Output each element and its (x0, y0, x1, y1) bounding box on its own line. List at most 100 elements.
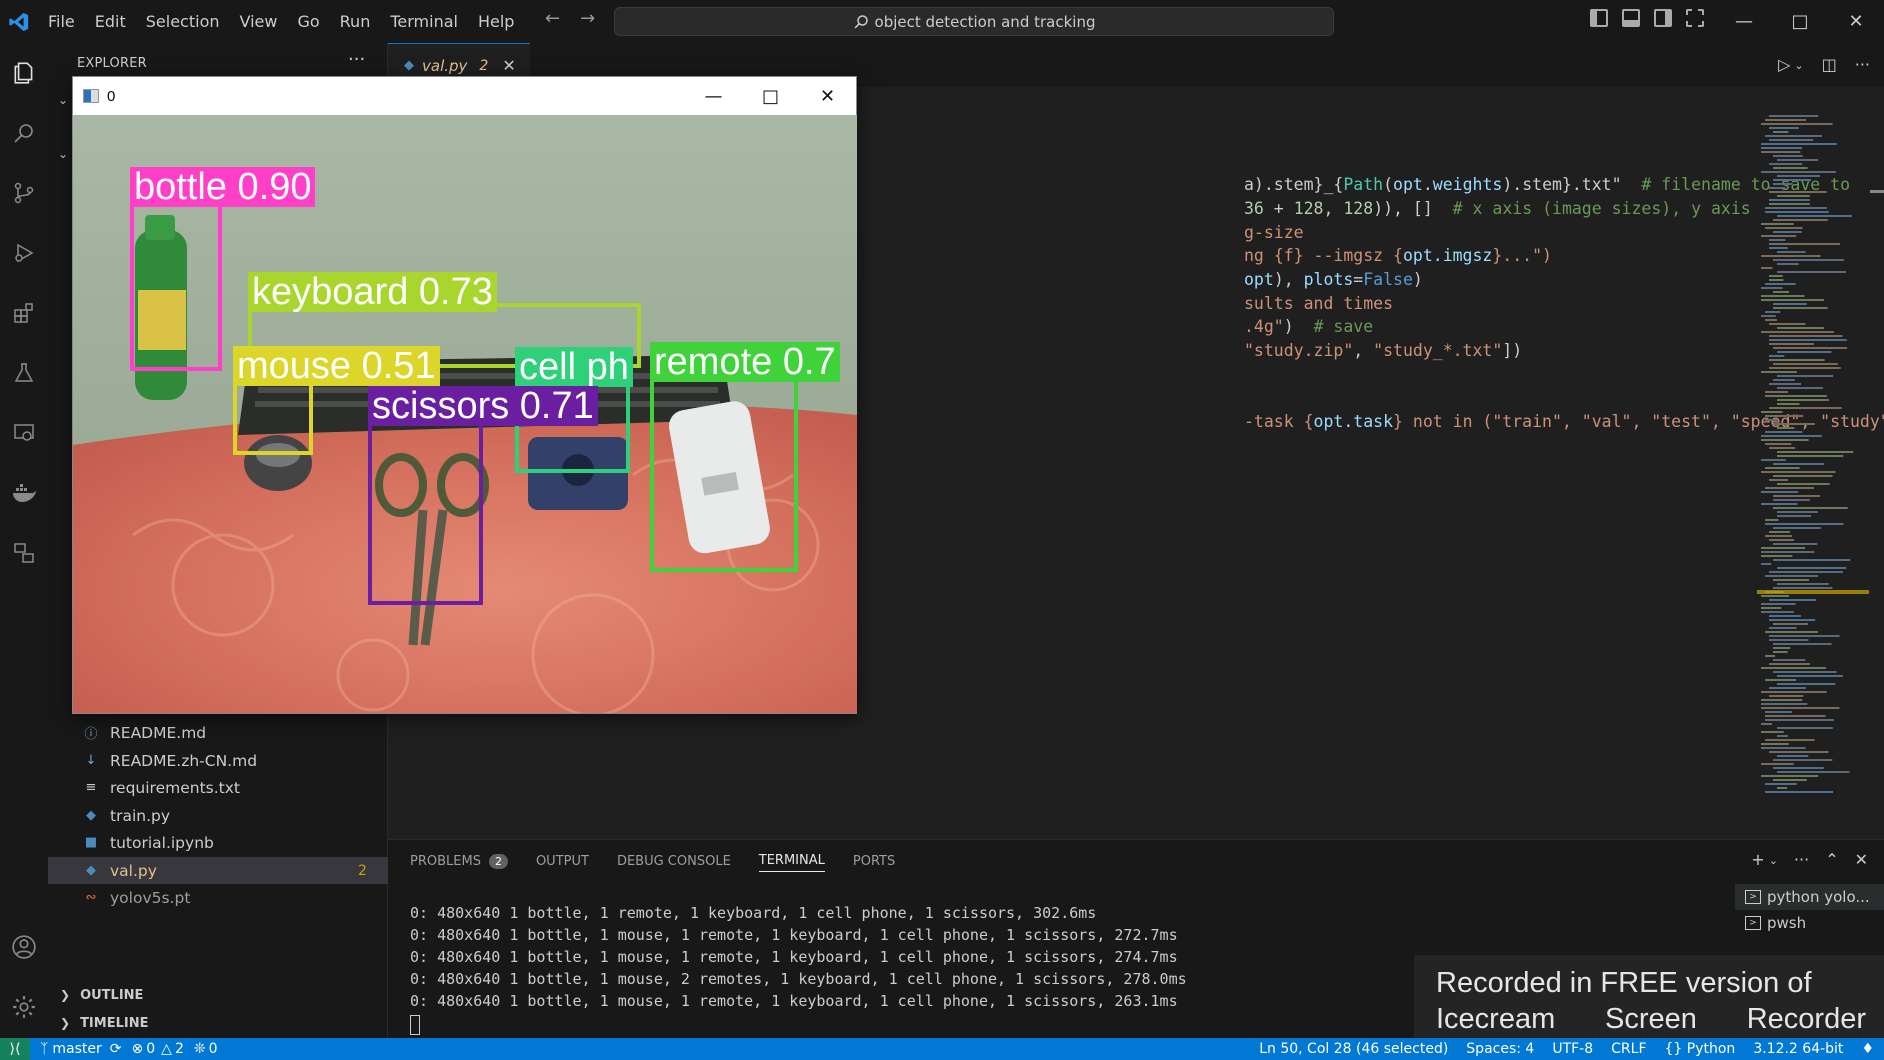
chevron-down-icon[interactable]: ⌄ (1794, 59, 1803, 74)
more-actions-icon[interactable]: ··· (348, 49, 365, 70)
menu-file[interactable]: File (38, 7, 85, 37)
cursor-position[interactable]: Ln 50, Col 28 (46 selected) (1259, 1041, 1448, 1057)
chevron-down-icon[interactable]: ⌄ (58, 147, 68, 161)
menu-view[interactable]: View (230, 7, 288, 37)
command-center-search[interactable]: object detection and tracking (614, 7, 1334, 36)
camera-preview-window[interactable]: 0 — □ ✕ bottle 0.90 keyboard 0.73 mouse … (72, 76, 857, 714)
python-icon: ◆ (86, 863, 96, 878)
code-line: sults and times (1244, 294, 1393, 313)
line-ending[interactable]: CRLF (1611, 1041, 1646, 1057)
split-editor-icon[interactable]: ◫ (1822, 55, 1837, 74)
search-icon[interactable] (8, 117, 40, 149)
minimize-icon[interactable]: — (1716, 0, 1772, 43)
timeline-section[interactable]: ❯ TIMELINE (48, 1010, 388, 1036)
menu-run[interactable]: Run (330, 7, 381, 37)
source-control-icon[interactable] (8, 177, 40, 209)
docker-icon[interactable] (8, 477, 40, 509)
explorer-icon[interactable] (8, 57, 40, 89)
menu-help[interactable]: Help (468, 7, 524, 37)
problems-indicator[interactable]: ⊗ 0 △ 2 (132, 1041, 184, 1057)
code-token: "study.zip" (1244, 341, 1354, 360)
tab-output[interactable]: OUTPUT (536, 850, 589, 872)
new-terminal-icon[interactable]: + (1751, 850, 1764, 869)
tab-debug-console-label: DEBUG CONSOLE (616, 853, 731, 869)
run-debug-icon[interactable] (8, 237, 40, 269)
minimize-icon[interactable]: — (685, 77, 742, 115)
forward-arrow-icon[interactable]: → (580, 8, 595, 29)
file-item-readme[interactable]: ⓘ README.md (48, 719, 388, 746)
tab-ports-label: PORTS (852, 853, 896, 869)
branch-name: master (52, 1041, 102, 1057)
close-panel-icon[interactable]: ✕ (1855, 850, 1868, 869)
outline-section[interactable]: ❯ OUTLINE (48, 982, 388, 1008)
terminal-icon: > (1745, 916, 1761, 930)
terminal-line: 0: 480x640 1 bottle, 1 mouse, 1 remote, … (410, 992, 1178, 1010)
branch-indicator[interactable]: ᛉ master ⟳ (40, 1041, 122, 1057)
tab-ports[interactable]: PORTS (853, 850, 895, 872)
python-interpreter[interactable]: 3.12.2 64-bit (1753, 1041, 1843, 1057)
code-token: False (1363, 270, 1413, 289)
terminal-list-item-pwsh[interactable]: > pwsh (1735, 910, 1884, 936)
run-icon[interactable]: ▷ (1778, 55, 1790, 74)
status-right: Ln 50, Col 28 (46 selected) Spaces: 4 UT… (1259, 1038, 1874, 1060)
close-icon[interactable]: ✕ (1828, 0, 1884, 43)
encoding[interactable]: UTF-8 (1552, 1041, 1593, 1057)
maximize-icon[interactable]: □ (742, 77, 799, 115)
menu-go[interactable]: Go (287, 7, 329, 37)
close-icon[interactable]: ✕ (502, 56, 515, 75)
indentation[interactable]: Spaces: 4 (1466, 1041, 1534, 1057)
back-arrow-icon[interactable]: ← (545, 8, 560, 29)
accounts-icon[interactable] (8, 931, 40, 963)
scrollbar-thumb[interactable] (1870, 190, 1884, 193)
chevron-right-icon: ❯ (60, 1016, 71, 1030)
sync-icon[interactable]: ⟳ (110, 1041, 122, 1057)
tab-terminal[interactable]: TERMINAL (758, 850, 825, 872)
remote-indicator-icon[interactable]: ⟩⟨ (0, 1038, 30, 1060)
tab-label: val.py (422, 56, 468, 75)
terminal-list-item-python[interactable]: > python yolo... (1735, 884, 1884, 910)
file-item-yolov5s[interactable]: ∾ yolov5s.pt (48, 884, 388, 911)
file-item-train[interactable]: ◆ train.py (48, 802, 388, 829)
more-actions-icon[interactable]: ··· (1794, 850, 1809, 869)
extensions-icon[interactable] (8, 297, 40, 329)
customize-layout-icon[interactable] (1686, 9, 1704, 27)
menu-edit[interactable]: Edit (85, 7, 136, 37)
code-token: ( (1383, 175, 1394, 194)
ports-indicator[interactable]: ❊ 0 (194, 1041, 218, 1057)
minimap[interactable] (1757, 115, 1869, 795)
outline-label: OUTLINE (80, 987, 144, 1003)
testing-flask-icon[interactable] (8, 357, 40, 389)
tab-debug-console[interactable]: DEBUG CONSOLE (617, 850, 731, 872)
search-icon (853, 14, 868, 29)
watermark-word: Screen (1605, 1003, 1697, 1035)
tab-problems[interactable]: PROBLEMS 2 (410, 850, 508, 872)
more-actions-icon[interactable]: ··· (1855, 55, 1870, 74)
status-bar: ⟩⟨ ᛉ master ⟳ ⊗ 0 △ 2 ❊ 0 Ln 50, Col 28 … (0, 1038, 1884, 1060)
terminal-output[interactable]: 0: 480x640 1 bottle, 1 remote, 1 keyboar… (410, 902, 1187, 1012)
menu-selection[interactable]: Selection (136, 7, 230, 37)
menu-terminal[interactable]: Terminal (380, 7, 468, 37)
chevron-down-icon[interactable]: ⌄ (1769, 854, 1778, 869)
toggle-primary-sidebar-icon[interactable] (1590, 9, 1608, 27)
activity-bar (0, 43, 48, 1038)
file-item-readme-zh[interactable]: ↓ README.zh-CN.md (48, 747, 388, 774)
camera-window-titlebar[interactable]: 0 — □ ✕ (73, 77, 856, 115)
remote-window-icon[interactable] (8, 537, 40, 569)
window-app-icon (83, 89, 99, 103)
language-mode[interactable]: {} Python (1665, 1041, 1736, 1057)
code-token: -task { (1244, 412, 1314, 431)
notifications-bell-icon[interactable]: ♦ (1861, 1041, 1874, 1057)
chevron-down-icon[interactable]: ⌄ (58, 93, 68, 107)
file-item-val[interactable]: ◆ val.py 2 (48, 857, 388, 884)
file-item-tutorial[interactable]: ■ tutorial.ipynb (48, 829, 388, 856)
settings-gear-icon[interactable] (8, 991, 40, 1023)
toggle-secondary-sidebar-icon[interactable] (1654, 9, 1672, 27)
close-icon[interactable]: ✕ (799, 77, 856, 115)
maximize-panel-icon[interactable]: ⌃ (1825, 850, 1838, 869)
remote-explorer-icon[interactable] (8, 417, 40, 449)
file-item-requirements[interactable]: ≡ requirements.txt (48, 774, 388, 801)
toggle-panel-icon[interactable] (1622, 9, 1640, 27)
ports-count: 0 (208, 1041, 218, 1057)
maximize-icon[interactable]: □ (1772, 0, 1828, 43)
